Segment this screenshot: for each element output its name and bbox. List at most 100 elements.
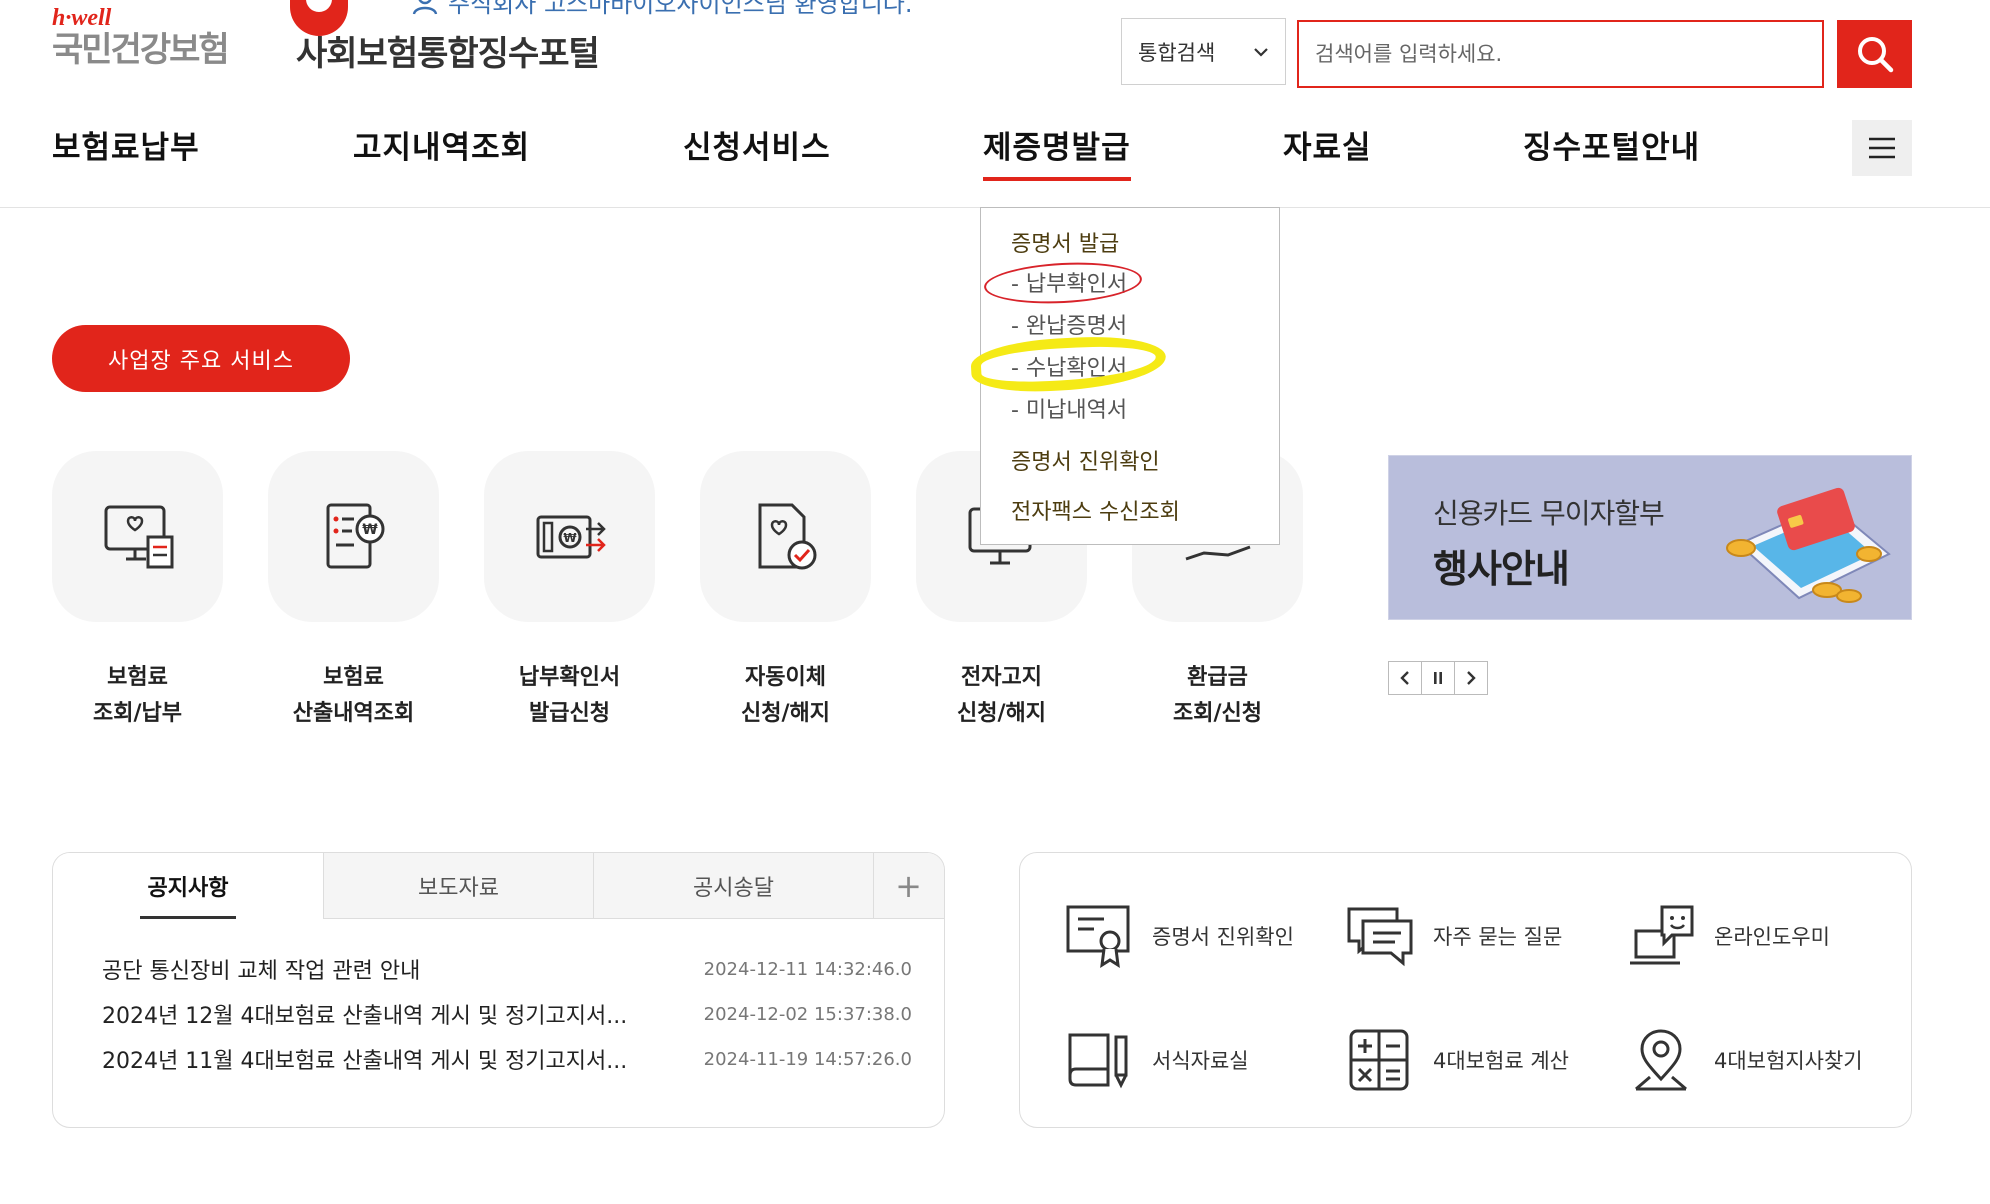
notice-date: 2024-12-11 14:32:46.0 [703, 958, 912, 980]
list-item[interactable]: 공단 통신장비 교체 작업 관련 안내 2024-12-11 14:32:46.… [102, 953, 912, 985]
service-label-auto-transfer: 자동이체 신청/해지 [700, 660, 871, 732]
tab-label: 보도자료 [418, 876, 499, 901]
gnb-item-premium-payment[interactable]: 보험료납부 [52, 122, 200, 167]
notice-date: 2024-12-02 15:37:38.0 [703, 1003, 912, 1025]
service-card-payment-certificate[interactable]: ₩ [484, 451, 655, 622]
quick-links: 증명서 진위확인 자주 묻는 질문 온라인도우미 서식자료실 4대보험료 계산 … [1019, 852, 1912, 1128]
service-label-line2: 산출내역조회 [292, 701, 415, 726]
service-label-line2: 신청/해지 [957, 701, 1046, 726]
nhis-logo[interactable]: h·well 국민건강보험 [52, 0, 348, 70]
service-label-line2: 조회/신청 [1173, 701, 1262, 726]
quick-link-premium-calculator[interactable]: 4대보험료 계산 [1345, 1027, 1569, 1093]
chevron-down-icon [1253, 41, 1269, 62]
gnb-item-application-service[interactable]: 신청서비스 [683, 122, 831, 167]
dropdown-full-payment-certificate[interactable]: - 완납증명서 [1011, 308, 1127, 340]
service-card-auto-transfer[interactable] [700, 451, 871, 622]
search-button[interactable] [1837, 20, 1912, 88]
service-label-calc-history: 보험료 산출내역조회 [268, 660, 439, 732]
quick-link-label: 서식자료실 [1152, 1049, 1249, 1073]
service-label-line1: 자동이체 [745, 665, 826, 690]
promo-banner[interactable]: 신용카드 무이자할부 행사안내 [1388, 455, 1912, 620]
svg-text:₩: ₩ [563, 531, 577, 545]
service-label-line1: 보험료 [323, 665, 384, 690]
hamburger-icon [1869, 137, 1895, 159]
banner-next-button[interactable] [1454, 661, 1488, 695]
service-card-calc-history[interactable]: ₩ [268, 451, 439, 622]
tab-public-notice[interactable]: 공시송달 [594, 853, 874, 919]
service-label-payment-certificate: 납부확인서 발급신청 [484, 660, 655, 732]
quick-link-label: 온라인도우미 [1714, 925, 1830, 949]
search-scope-value: 통합검색 [1138, 40, 1216, 65]
service-label-line2: 조회/납부 [93, 701, 182, 726]
monitor-bill-icon [104, 505, 173, 568]
tab-notice[interactable]: 공지사항 [53, 853, 324, 919]
service-label-line2: 발급신청 [529, 701, 610, 726]
notice-date: 2024-11-19 14:57:26.0 [703, 1048, 912, 1070]
quick-link-faq[interactable]: 자주 묻는 질문 [1345, 903, 1562, 969]
gnb-item-portal-guide[interactable]: 징수포털안내 [1523, 122, 1700, 167]
tab-press-release[interactable]: 보도자료 [324, 853, 594, 919]
quick-link-label: 4대보험료 계산 [1433, 1049, 1569, 1073]
banner-prev-button[interactable] [1388, 661, 1422, 695]
quick-link-label: 자주 묻는 질문 [1433, 925, 1563, 949]
yellow-highlight-annotation [969, 332, 1168, 396]
chat-bubble-icon [1347, 907, 1413, 967]
gnb-item-notice-history[interactable]: 고지내역조회 [353, 122, 530, 167]
notice-title[interactable]: 2024년 11월 4대보험료 산출내역 게시 및 정기고지서... [102, 1043, 627, 1075]
key-services-title: 사업장 주요 서비스 [52, 325, 350, 392]
main-navigation: 보험료납부 고지내역조회 신청서비스 제증명발급 자료실 징수포털안내 [0, 92, 1990, 208]
dropdown-efax-inquiry[interactable]: 전자팩스 수신조회 [1011, 494, 1180, 526]
portal-title[interactable]: 사회보험통합징수포털 [296, 26, 600, 75]
service-label-line1: 환급금 [1187, 665, 1248, 690]
banner-title: 행사안내 [1433, 547, 1570, 591]
notice-title[interactable]: 2024년 12월 4대보험료 산출내역 게시 및 정기고지서... [102, 998, 627, 1030]
gnb-item-archive[interactable]: 자료실 [1283, 122, 1372, 167]
banner-pause-button[interactable] [1421, 661, 1455, 695]
pause-icon [1434, 672, 1442, 684]
service-label-line1: 전자고지 [961, 665, 1042, 690]
service-label-refund: 환급금 조회/신청 [1132, 660, 1303, 732]
book-pen-icon [1068, 1033, 1128, 1089]
service-label-e-notice: 전자고지 신청/해지 [916, 660, 1087, 732]
logo-name: 국민건강보험 [52, 30, 230, 70]
search-icon [1857, 37, 1893, 73]
quick-link-label: 증명서 진위확인 [1152, 925, 1294, 949]
location-pin-icon [1635, 1029, 1687, 1091]
logo-hwell: h·well [52, 5, 112, 31]
search-input[interactable] [1297, 20, 1824, 88]
quick-link-branch-finder[interactable]: 4대보험지사찾기 [1626, 1027, 1863, 1093]
red-circle-annotation [983, 258, 1143, 308]
chevron-right-icon [1467, 671, 1476, 685]
notice-more-button[interactable]: + [873, 853, 944, 919]
dropdown-certificate-verify[interactable]: 증명서 진위확인 [1011, 444, 1160, 476]
svg-text:₩: ₩ [362, 522, 378, 538]
gnb-item-certificate-issue[interactable]: 제증명발급 [983, 122, 1131, 181]
list-item[interactable]: 2024년 12월 4대보험료 산출내역 게시 및 정기고지서... 2024-… [102, 998, 912, 1030]
credit-card-phone-icon [1726, 487, 1891, 603]
dropdown-certificate-issue[interactable]: 증명서 발급 [1011, 226, 1119, 258]
laptop-smile-icon [1630, 905, 1694, 965]
notice-board: 공지사항 보도자료 공시송달 + 공단 통신장비 교체 작업 관련 안내 202… [52, 852, 945, 1128]
banner-controls [1388, 661, 1488, 695]
person-icon [412, 0, 438, 14]
quick-link-certificate-verify[interactable]: 증명서 진위확인 [1064, 903, 1294, 969]
tab-label: 공지사항 [147, 876, 229, 901]
chevron-left-icon [1400, 671, 1409, 685]
all-menu-button[interactable] [1852, 120, 1912, 176]
document-check-icon [758, 503, 816, 569]
service-card-premium-inquiry[interactable] [52, 451, 223, 622]
quick-link-form-archive[interactable]: 서식자료실 [1064, 1027, 1249, 1093]
notice-tabs: 공지사항 보도자료 공시송달 + [53, 853, 944, 919]
dropdown-unpaid-statement[interactable]: - 미납내역서 [1011, 392, 1127, 424]
notice-title[interactable]: 공단 통신장비 교체 작업 관련 안내 [102, 953, 420, 985]
service-label-line1: 납부확인서 [518, 665, 621, 690]
quick-link-online-helper[interactable]: 온라인도우미 [1626, 903, 1830, 969]
search-scope-select[interactable]: 통합검색 [1121, 18, 1286, 85]
welcome-text: 주식회사 고스마바이오사이언스님 환영합니다. [448, 0, 913, 18]
list-item[interactable]: 2024년 11월 4대보험료 산출내역 게시 및 정기고지서... 2024-… [102, 1043, 912, 1075]
document-won-icon: ₩ [326, 503, 384, 568]
service-label-line2: 신청/해지 [741, 701, 830, 726]
service-label-line1: 보험료 [107, 665, 168, 690]
service-label-premium-inquiry: 보험료 조회/납부 [52, 660, 223, 732]
certificate-dropdown-menu: 증명서 발급 - 납부확인서 - 완납증명서 - 수납확인서 - 미납내역서 증… [969, 207, 1280, 545]
